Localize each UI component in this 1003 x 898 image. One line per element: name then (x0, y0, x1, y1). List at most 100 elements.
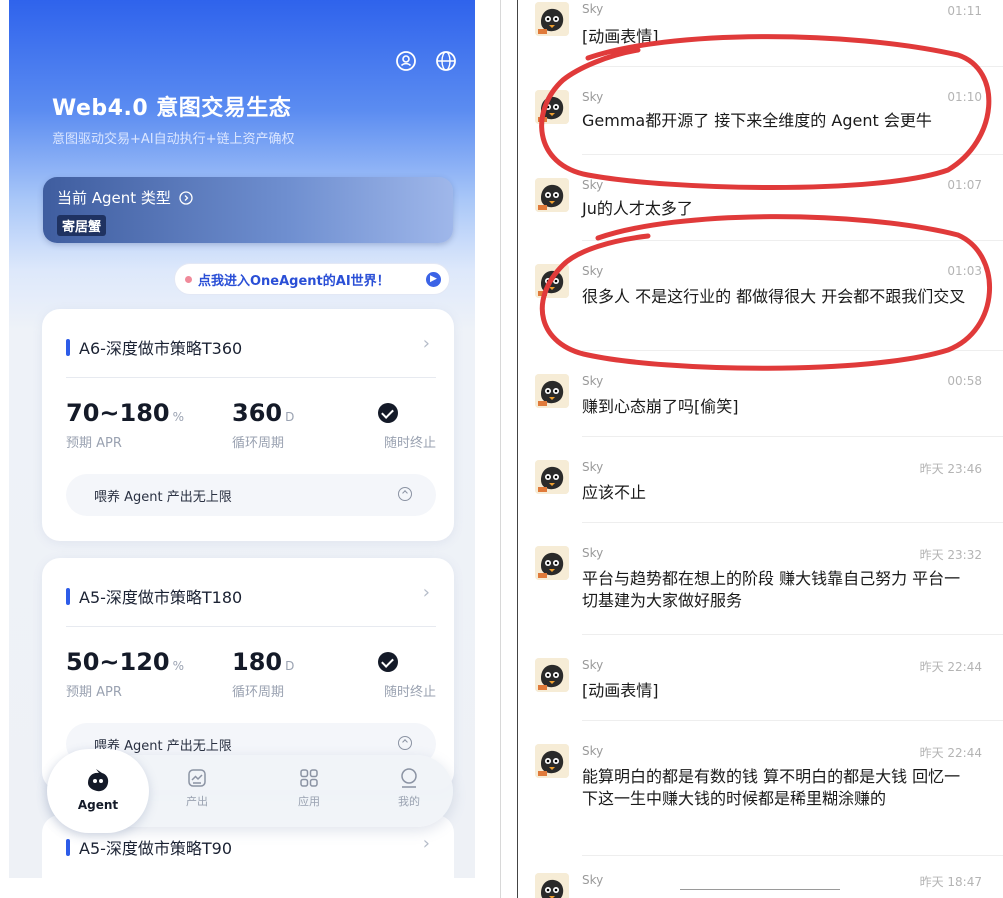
chevron-right-icon[interactable]: › (423, 833, 430, 854)
cycle-stat: 180 D 循环周期 (232, 648, 294, 700)
nav-label: 我的 (398, 795, 420, 808)
cycle-unit: D (285, 659, 295, 673)
message-time: 01:11 (947, 4, 982, 18)
sender-name: Sky (582, 658, 604, 672)
cycle-unit: D (285, 410, 295, 424)
avatar[interactable] (535, 2, 569, 36)
apr-label: 预期 APR (66, 685, 122, 700)
message-text: 平台与趋势都在想上的阶段 赚大钱靠自己努力 平台一切基建为大家做好服务 (582, 569, 961, 610)
strategy-name: A6-深度做市策略T360 (79, 339, 243, 358)
user-icon (401, 768, 417, 788)
divider (582, 436, 1003, 437)
accent-bar (66, 838, 70, 856)
nav-label: Agent (77, 798, 119, 812)
message-text: [动画表情] (582, 681, 659, 700)
apr-stat: 50~120% 预期 APR (66, 648, 184, 700)
avatar[interactable] (535, 658, 569, 692)
cycle-value: 180 (232, 648, 283, 676)
avatar-image (535, 264, 569, 298)
divider (66, 626, 436, 627)
message-time: 昨天 23:46 (919, 462, 982, 476)
apr-value: 50~120 (66, 648, 170, 676)
user-circle-icon[interactable] (395, 50, 417, 72)
bottom-nav: Agent 产出 应用 我的 (47, 749, 453, 833)
chart-icon (188, 769, 206, 787)
feed-agent-row[interactable]: 喂养 Agent 产出无上限 (66, 474, 436, 516)
message-time: 01:10 (947, 90, 982, 104)
avatar[interactable] (535, 264, 569, 298)
sender-name: Sky (582, 178, 604, 192)
avatar-image (535, 90, 569, 124)
stop-stat: 随时终止 (378, 399, 436, 451)
app-screen: Web4.0 意图交易生态 意图驱动交易+AI自动执行+链上资产确权 当前 Ag… (9, 0, 475, 878)
chat-screen: Sky 01:11 [动画表情] Sky 01:10 Gemma都开源了 接下来… (517, 0, 1003, 898)
divider (582, 350, 1003, 351)
arrow-right-icon: ▶ (426, 272, 441, 287)
strategy-card[interactable]: A6-深度做市策略T360 › 70~180% 预期 APR 360 D 循环周期… (42, 309, 454, 541)
agent-type-row: 当前 Agent 类型 (57, 187, 193, 208)
apr-label: 预期 APR (66, 436, 122, 451)
check-circle-icon (378, 652, 398, 672)
message-text: Gemma都开源了 接下来全维度的 Agent 会更牛 (582, 111, 932, 130)
nav-item-apps[interactable]: 应用 (279, 767, 339, 809)
page-subtitle: 意图驱动交易+AI自动执行+链上资产确权 (52, 132, 295, 147)
message-text: 很多人 不是这行业的 都做得很大 开会都不跟我们交叉 (582, 287, 966, 306)
chevron-right-icon[interactable]: › (423, 582, 430, 603)
message-text: 赚到心态崩了吗[偷笑] (582, 397, 739, 416)
message-time: 昨天 22:44 (919, 746, 982, 760)
sender-name: Sky (582, 744, 604, 758)
avatar[interactable] (535, 90, 569, 124)
promo-pill[interactable]: 点我进入OneAgent的AI世界！ ▶ (174, 263, 450, 295)
message-time: 01:03 (947, 264, 982, 278)
check-circle-icon (378, 403, 398, 423)
page-title: Web4.0 意图交易生态 (52, 96, 292, 121)
divider (582, 720, 1003, 721)
apr-unit: % (172, 659, 185, 673)
feed-text: 喂养 Agent 产出无上限 (94, 490, 232, 505)
sender-name: Sky (582, 2, 604, 16)
strategy-head: A6-深度做市策略T360 (66, 335, 242, 359)
avatar[interactable] (535, 546, 569, 580)
message-text: 能算明白的都是有数的钱 算不明白的都是大钱 回忆一下这一生中赚大钱的时候都是稀里… (582, 767, 961, 808)
message-time: 00:58 (947, 374, 982, 388)
avatar-image (535, 546, 569, 580)
agent-icon (88, 769, 109, 792)
avatar[interactable] (535, 744, 569, 778)
agent-type-label: 当前 Agent 类型 (57, 189, 171, 207)
avatar[interactable] (535, 460, 569, 494)
cycle-value: 360 (232, 399, 283, 427)
chevron-right-icon[interactable]: › (423, 333, 430, 354)
message-time: 昨天 18:47 (919, 875, 982, 889)
top-icons (395, 50, 457, 72)
avatar-image (535, 744, 569, 778)
nav-item-agent[interactable]: Agent (47, 749, 149, 833)
sender-name: Sky (582, 90, 604, 104)
apr-stat: 70~180% 预期 APR (66, 399, 184, 451)
strategy-name: A5-深度做市策略T180 (79, 588, 243, 607)
divider (582, 522, 1003, 523)
nav-item-output[interactable]: 产出 (167, 767, 227, 809)
agent-type-card[interactable]: 当前 Agent 类型 寄居蟹 (43, 177, 453, 243)
sender-name: Sky (582, 264, 604, 278)
nav-item-me[interactable]: 我的 (379, 767, 439, 809)
strategy-name: A5-深度做市策略T90 (79, 839, 233, 858)
cycle-stat: 360 D 循环周期 (232, 399, 294, 451)
sender-name: Sky (582, 873, 604, 887)
avatar[interactable] (535, 873, 569, 898)
agent-type-badge: 寄居蟹 (57, 215, 107, 236)
avatar-image (535, 658, 569, 692)
divider (582, 154, 1003, 155)
message-time: 01:07 (947, 178, 982, 192)
avatar[interactable] (535, 178, 569, 212)
nav-label: 应用 (298, 795, 320, 808)
globe-icon[interactable] (435, 50, 457, 72)
divider (582, 855, 1003, 856)
message-text: [动画表情] (582, 27, 659, 46)
message-text: 应该不止 (582, 483, 647, 502)
cycle-label: 循环周期 (232, 436, 285, 451)
panel-divider (500, 0, 501, 898)
avatar-image (535, 374, 569, 408)
avatar[interactable] (535, 374, 569, 408)
scroll-indicator (680, 889, 840, 890)
message-text: Ju的人才太多了 (582, 199, 693, 218)
